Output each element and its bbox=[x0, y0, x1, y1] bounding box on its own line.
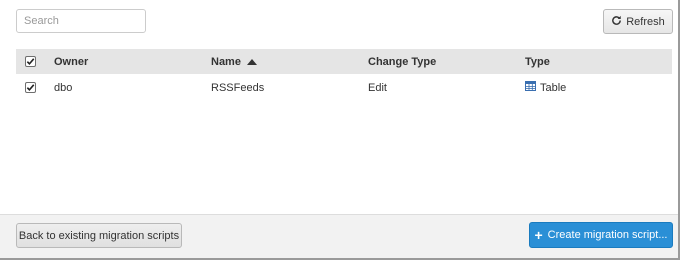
back-to-scripts-button[interactable]: Back to existing migration scripts bbox=[16, 223, 182, 248]
app-window: Refresh Owner Name Change Type Type dbo … bbox=[0, 0, 680, 260]
cell-owner: dbo bbox=[54, 81, 73, 94]
cell-name: RSSFeeds bbox=[211, 81, 265, 94]
sort-ascending-icon bbox=[246, 58, 257, 65]
plus-icon: + bbox=[534, 226, 543, 243]
refresh-button[interactable]: Refresh bbox=[603, 9, 673, 34]
cell-type: Table bbox=[525, 75, 566, 100]
refresh-icon bbox=[611, 15, 622, 29]
table-icon bbox=[525, 81, 540, 94]
table-header: Owner Name Change Type Type bbox=[16, 49, 672, 74]
cell-change-type: Edit bbox=[368, 81, 387, 94]
select-all-checkbox[interactable] bbox=[25, 49, 36, 74]
footer-bar: Back to existing migration scripts + Cre… bbox=[0, 214, 678, 258]
cell-type-label: Table bbox=[540, 81, 567, 94]
row-checkbox[interactable] bbox=[25, 75, 36, 100]
column-header-change-type[interactable]: Change Type bbox=[368, 49, 436, 74]
refresh-label: Refresh bbox=[626, 15, 665, 28]
table-row[interactable]: dbo RSSFeeds Edit Table bbox=[16, 75, 672, 100]
column-header-owner[interactable]: Owner bbox=[54, 49, 88, 74]
column-header-name[interactable]: Name bbox=[211, 49, 257, 74]
search-input[interactable] bbox=[16, 9, 146, 33]
column-header-type[interactable]: Type bbox=[525, 49, 550, 74]
create-migration-script-button[interactable]: + Create migration script... bbox=[529, 222, 673, 248]
